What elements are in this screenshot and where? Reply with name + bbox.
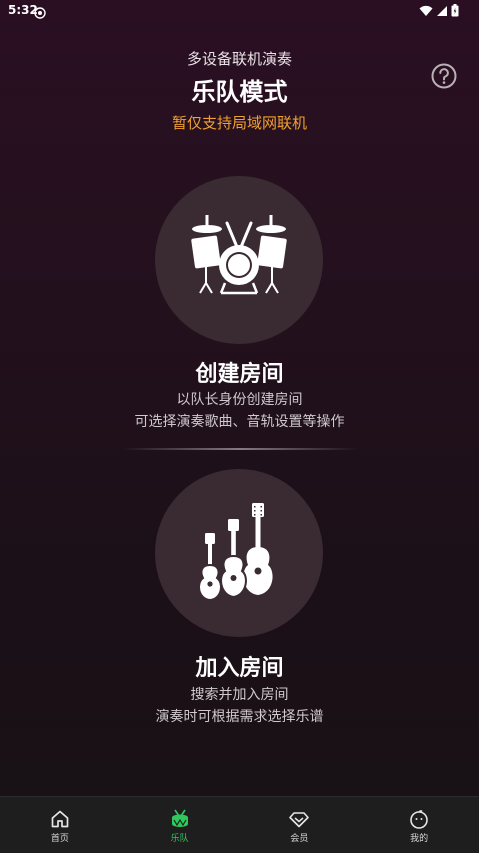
diamond-icon <box>289 812 310 828</box>
battery-icon <box>451 4 459 17</box>
tab-home-label: 首页 <box>50 834 69 844</box>
section-divider <box>122 448 358 450</box>
status-bar: 5:32 <box>0 0 479 22</box>
guitars-icon <box>197 503 273 602</box>
notification-icon <box>34 4 46 23</box>
page-subtitle: 多设备联机演奏 <box>186 50 292 68</box>
tab-profile[interactable]: 我的 <box>359 797 479 853</box>
lan-only-note: 暂仅支持局域网联机 <box>171 114 307 132</box>
tab-profile-label: 我的 <box>410 834 429 844</box>
join-room-title[interactable]: 加入房间 <box>0 650 479 682</box>
tab-membership[interactable]: 会员 <box>240 797 360 853</box>
help-icon <box>431 63 457 89</box>
drum-kit-icon <box>191 215 287 295</box>
face-icon <box>410 810 428 829</box>
wifi-icon <box>419 5 433 16</box>
join-room-desc-2: 演奏时可根据需求选择乐谱 <box>155 709 324 725</box>
create-room-title[interactable]: 创建房间 <box>0 356 479 388</box>
create-room-button[interactable] <box>155 176 323 344</box>
page-title: 乐队模式 <box>191 78 288 106</box>
create-room-desc-1: 以队长身份创建房间 <box>176 392 303 408</box>
drum-icon <box>171 809 188 827</box>
bottom-tab-bar: 首页 乐队 会员 我的 <box>0 796 479 853</box>
tab-band[interactable]: 乐队 <box>120 797 240 853</box>
tab-membership-label: 会员 <box>290 834 309 844</box>
help-button[interactable] <box>431 63 457 89</box>
status-icons <box>419 4 459 17</box>
home-icon <box>51 810 69 828</box>
signal-icon <box>437 5 447 16</box>
create-room-desc-2: 可选择演奏歌曲、音轨设置等操作 <box>134 414 345 430</box>
join-room-desc-1: 搜索并加入房间 <box>190 687 289 703</box>
tab-home[interactable]: 首页 <box>0 797 120 853</box>
tab-band-label: 乐队 <box>170 834 189 844</box>
join-room-button[interactable] <box>155 469 323 637</box>
